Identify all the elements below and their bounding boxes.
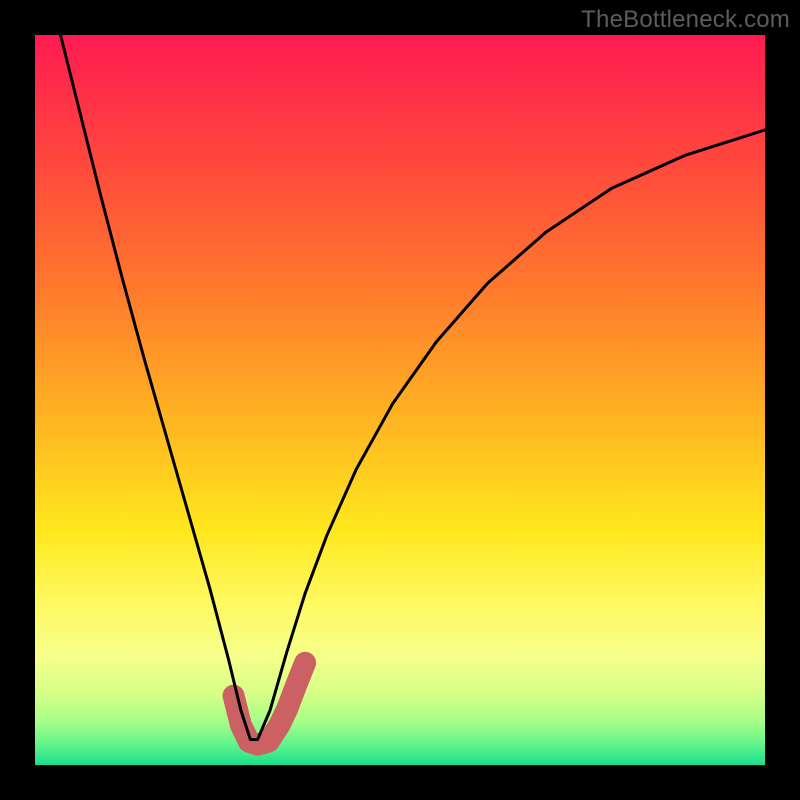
chart-frame: TheBottleneck.com — [0, 0, 800, 800]
bottleneck-chart — [35, 35, 765, 765]
watermark-text: TheBottleneck.com — [581, 6, 790, 34]
chart-background — [35, 35, 765, 765]
